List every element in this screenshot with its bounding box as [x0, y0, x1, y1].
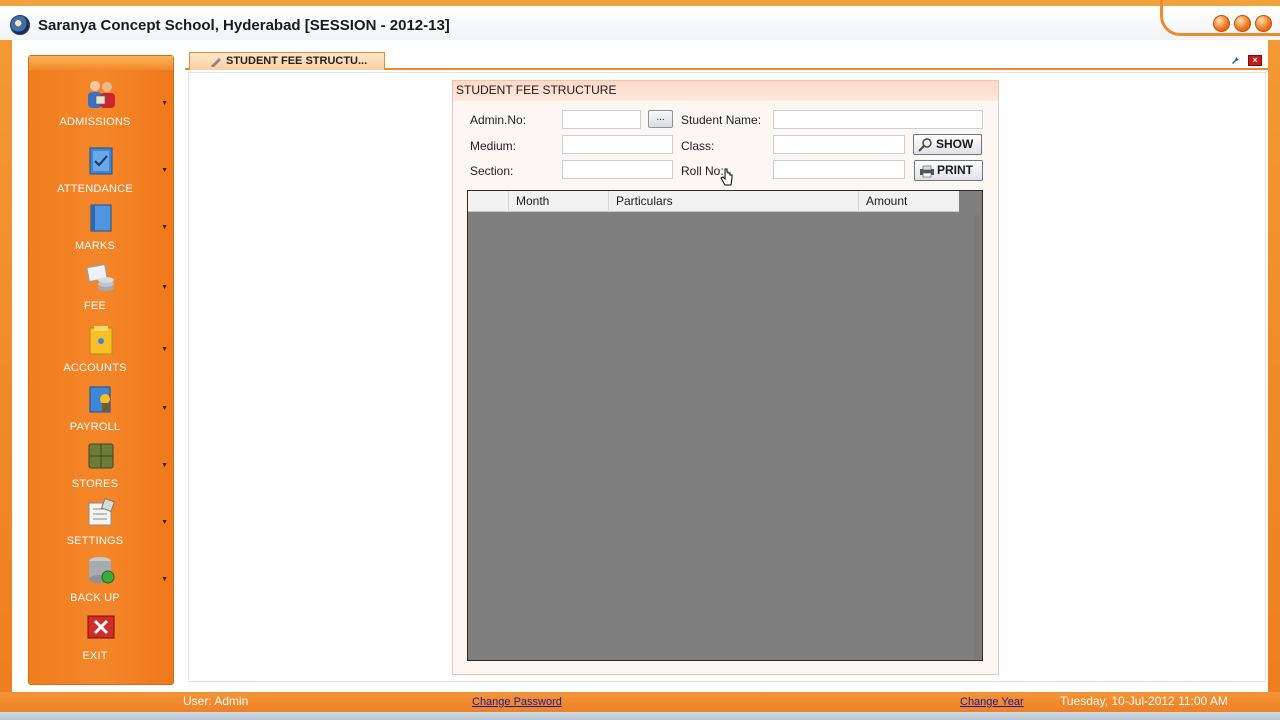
mouse-cursor-icon	[720, 168, 733, 186]
chevron-down-icon: ▼	[161, 167, 168, 174]
section-input[interactable]	[562, 160, 673, 179]
minimize-button[interactable]	[1213, 15, 1230, 32]
panel-title: STUDENT FEE STRUCTURE	[453, 81, 998, 101]
change-year-link[interactable]: Change Year	[960, 696, 1024, 708]
backup-database-icon	[89, 557, 115, 584]
sidebar-item-label: ATTENDANCE	[57, 183, 133, 195]
exit-icon	[87, 615, 115, 639]
tab-label: STUDENT FEE STRUCTU...	[226, 55, 368, 67]
accounts-folder-icon	[89, 326, 113, 355]
sidebar-item-attendance[interactable]: ATTENDANCE ▼	[29, 145, 173, 201]
student-name-label: Student Name:	[681, 113, 762, 127]
chevron-down-icon: ▼	[161, 224, 168, 231]
sidebar-item-label: SETTINGS	[66, 535, 124, 547]
settings-icon	[88, 497, 116, 526]
people-icon	[88, 81, 115, 108]
sidebar-item-backup[interactable]: BACK UP ▼	[29, 554, 173, 610]
class-label: Class:	[681, 139, 715, 153]
student-name-input[interactable]	[773, 110, 983, 129]
sidebar-item-label: STORES	[71, 478, 119, 490]
medium-input[interactable]	[562, 135, 673, 154]
sidebar-item-stores[interactable]: STORES ▼	[29, 440, 173, 496]
status-datetime: Tuesday, 10-Jul-2012 11:00 AM	[1060, 694, 1228, 708]
sidebar-item-label: PAYROLL	[69, 421, 121, 433]
maximize-button[interactable]	[1234, 15, 1251, 32]
sidebar-item-label: ADMISSIONS	[59, 116, 131, 128]
sidebar-item-label: EXIT	[82, 650, 108, 662]
sidebar-item-exit[interactable]: EXIT	[29, 612, 173, 668]
window-bottom-edge	[0, 712, 1280, 720]
chevron-down-icon: ▼	[161, 405, 168, 412]
printer-icon	[920, 165, 934, 178]
print-button[interactable]: PRINT	[914, 160, 983, 181]
app-logo-icon	[10, 15, 30, 35]
sidebar-item-payroll[interactable]: PAYROLL ▼	[29, 383, 173, 439]
fee-coins-icon	[86, 263, 114, 291]
show-button-label: SHOW	[936, 137, 974, 151]
tab-student-fee-structure[interactable]: STUDENT FEE STRUCTU...	[189, 52, 385, 70]
sidebar-item-fee[interactable]: FEE ▼	[29, 262, 173, 318]
sidebar-item-label: FEE	[84, 300, 106, 312]
class-input[interactable]	[773, 135, 905, 154]
window-title: Saranya Concept School, Hyderabad [SESSI…	[38, 17, 450, 34]
sidebar: ADMISSIONS ▼ ATTENDANCE ▼ MARKS ▼ FEE ▼ …	[28, 55, 174, 685]
sidebar-item-label: MARKS	[74, 240, 116, 252]
chevron-down-icon: ▼	[161, 100, 168, 107]
admin-no-input[interactable]	[562, 110, 641, 129]
medium-label: Medium:	[470, 139, 517, 153]
chevron-down-icon: ▼	[161, 576, 168, 583]
magnifier-icon	[918, 138, 932, 152]
marks-book-icon	[90, 204, 112, 232]
section-label: Section:	[470, 164, 514, 178]
roll-no-input[interactable]	[773, 160, 905, 179]
sidebar-item-marks[interactable]: MARKS ▼	[29, 202, 173, 258]
close-window-button[interactable]	[1255, 15, 1272, 32]
sidebar-item-settings[interactable]: SETTINGS ▼	[29, 497, 173, 553]
sidebar-item-label: ACCOUNTS	[63, 362, 127, 374]
payroll-icon	[89, 386, 111, 413]
show-button[interactable]: SHOW	[913, 134, 982, 155]
change-password-link[interactable]: Change Password	[472, 696, 562, 708]
application-window: Saranya Concept School, Hyderabad [SESSI…	[0, 0, 1280, 720]
column-header-amount[interactable]: Amount	[859, 191, 959, 212]
browse-admin-button[interactable]: ...	[648, 110, 673, 128]
fee-data-grid[interactable]: Month Particulars Amount	[467, 190, 983, 661]
tab-strip: STUDENT FEE STRUCTU...	[185, 52, 1268, 70]
chevron-down-icon: ▼	[161, 519, 168, 526]
roll-no-label: Roll No:	[681, 164, 724, 178]
stores-cabinet-icon	[88, 443, 114, 469]
pencil-icon	[211, 58, 221, 67]
grid-scrollbar[interactable]	[974, 215, 979, 659]
chevron-down-icon: ▼	[161, 284, 168, 291]
chevron-down-icon: ▼	[161, 462, 168, 469]
title-bar: Saranya Concept School, Hyderabad [SESSI…	[0, 0, 1280, 40]
sidebar-item-admissions[interactable]: ADMISSIONS ▼	[29, 78, 173, 134]
chevron-down-icon: ▼	[161, 346, 168, 353]
column-header-particulars[interactable]: Particulars	[609, 191, 859, 212]
admin-no-label: Admin.No:	[470, 113, 527, 127]
column-header-month[interactable]: Month	[509, 191, 609, 212]
row-header-corner	[468, 191, 509, 212]
sidebar-header	[29, 56, 173, 70]
print-button-label: PRINT	[937, 163, 973, 177]
attendance-book-icon	[89, 147, 113, 175]
pin-icon[interactable]	[1230, 54, 1242, 66]
sidebar-item-accounts[interactable]: ACCOUNTS ▼	[29, 324, 173, 380]
close-tab-button[interactable]: ×	[1248, 55, 1262, 66]
current-user: User: Admin	[183, 694, 249, 708]
sidebar-item-label: BACK UP	[70, 592, 120, 604]
grid-header: Month Particulars Amount	[468, 191, 959, 212]
